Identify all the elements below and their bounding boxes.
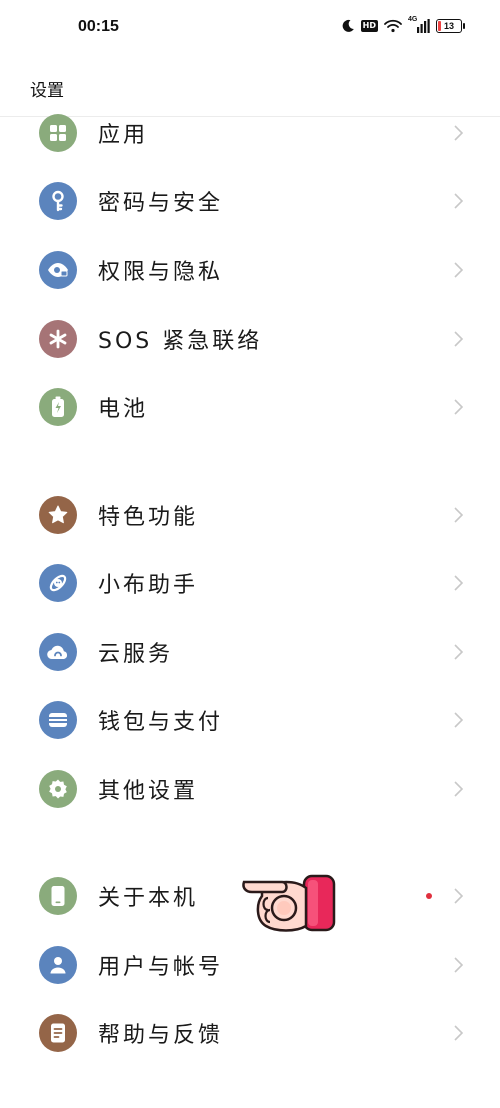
key-icon xyxy=(39,182,77,220)
settings-item-label: 权限与隐私 xyxy=(98,260,224,285)
settings-item-other-settings[interactable]: 其他设置 xyxy=(0,755,500,823)
chevron-right-icon xyxy=(454,1025,464,1041)
settings-item-label: 其他设置 xyxy=(98,779,199,804)
hd-icon: HD xyxy=(360,20,378,32)
phone-icon xyxy=(39,877,77,915)
settings-item-wallet-payment[interactable]: 钱包与支付 xyxy=(0,686,500,754)
chevron-right-icon xyxy=(454,712,464,728)
wifi-icon xyxy=(384,19,402,33)
chevron-right-icon xyxy=(454,125,464,141)
wallet-icon xyxy=(39,701,77,739)
settings-item-apps[interactable]: 应用 xyxy=(0,99,500,167)
star-icon xyxy=(39,496,77,534)
settings-item-password-security[interactable]: 密码与安全 xyxy=(0,167,500,235)
settings-item-label: 特色功能 xyxy=(98,505,199,530)
chevron-right-icon xyxy=(454,781,464,797)
settings-item-breeno-assistant[interactable]: 小布助手 xyxy=(0,549,500,617)
settings-item-label: 钱包与支付 xyxy=(98,710,224,735)
chevron-right-icon xyxy=(454,575,464,591)
settings-item-battery[interactable]: 电池 xyxy=(0,373,500,441)
settings-item-label: 关于本机 xyxy=(98,886,199,911)
settings-item-help-feedback[interactable]: 帮助与反馈 xyxy=(0,999,500,1067)
settings-item-label: 小布助手 xyxy=(98,573,199,598)
chevron-right-icon xyxy=(454,399,464,415)
chevron-right-icon xyxy=(454,193,464,209)
chevron-right-icon xyxy=(454,262,464,278)
pointing-hand-icon xyxy=(242,874,336,932)
status-bar: 00:15 HD 4G 13 xyxy=(0,0,500,56)
apps-grid-icon xyxy=(39,114,77,152)
settings-item-label: 云服务 xyxy=(98,642,174,667)
chevron-right-icon xyxy=(454,888,464,904)
settings-item-sos-emergency[interactable]: SOS 紧急联络 xyxy=(0,305,500,373)
moon-icon xyxy=(342,19,354,32)
feedback-icon xyxy=(39,1014,77,1052)
battery-icon xyxy=(39,388,77,426)
4g-signal-icon: 4G xyxy=(408,16,430,33)
settings-item-label: 用户与帐号 xyxy=(98,955,224,980)
chevron-right-icon xyxy=(454,507,464,523)
page-title: 设置 xyxy=(30,81,64,101)
update-notification-dot xyxy=(426,893,432,899)
settings-item-label: SOS 紧急联络 xyxy=(98,329,263,354)
settings-item-label: 密码与安全 xyxy=(98,191,224,216)
chevron-right-icon xyxy=(454,644,464,660)
settings-item-permissions-privacy[interactable]: 权限与隐私 xyxy=(0,236,500,304)
settings-item-label: 应用 xyxy=(98,123,149,148)
chevron-right-icon xyxy=(454,331,464,347)
battery-icon: 13 xyxy=(436,19,465,33)
assistant-icon xyxy=(39,564,77,602)
user-icon xyxy=(39,946,77,984)
eye-lock-icon xyxy=(39,251,77,289)
chevron-right-icon xyxy=(454,957,464,973)
settings-item-cloud-service[interactable]: 云服务 xyxy=(0,618,500,686)
battery-level-fill xyxy=(438,21,441,31)
battery-level-text: 13 xyxy=(443,21,454,31)
status-icons: HD 4G 13 xyxy=(341,16,465,33)
settings-item-users-accounts[interactable]: 用户与帐号 xyxy=(0,931,500,999)
settings-item-special-features[interactable]: 特色功能 xyxy=(0,481,500,549)
gear-icon xyxy=(39,770,77,808)
settings-item-label: 帮助与反馈 xyxy=(98,1023,224,1048)
status-time: 00:15 xyxy=(78,18,119,35)
asterisk-icon xyxy=(39,320,77,358)
cloud-icon xyxy=(39,633,77,671)
settings-item-label: 电池 xyxy=(98,397,149,422)
